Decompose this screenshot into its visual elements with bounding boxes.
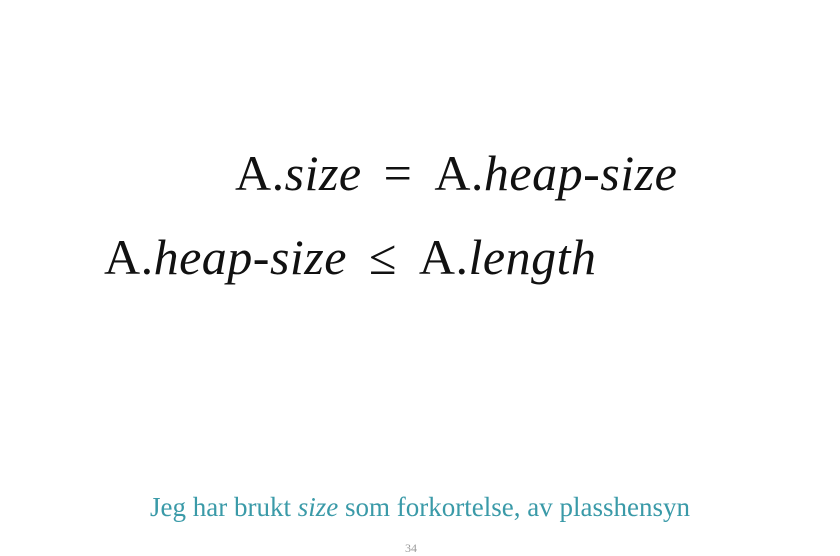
- page-number: 34: [405, 541, 417, 555]
- note-emphasis: size: [297, 492, 339, 522]
- relation-symbol: ≤: [368, 229, 397, 285]
- lhs-object: A.: [235, 145, 285, 201]
- rhs-attribute: length: [468, 229, 597, 285]
- rhs-object: A.: [434, 145, 484, 201]
- lhs-attribute: size: [284, 145, 362, 201]
- lhs-object: A.: [104, 229, 154, 285]
- note-after: som forkortelse, av plasshensyn: [338, 492, 690, 522]
- equation-block: A.size = A.heap-size A.heap-size ≤ A.length: [0, 0, 840, 548]
- slide: A.size = A.heap-size A.heap-size ≤ A.length …: [0, 0, 840, 555]
- equation-size-equals-heap-size: A.size = A.heap-size: [235, 148, 677, 198]
- note-before: Jeg har brukt: [150, 492, 298, 522]
- rhs-attribute: heap-size: [483, 145, 678, 201]
- footnote-text: Jeg har brukt size som forkortelse, av p…: [0, 492, 840, 523]
- rhs-object: A.: [418, 229, 469, 285]
- lhs-attribute: heap-size: [153, 229, 347, 285]
- equation-heap-size-le-length: A.heap-size ≤ A.length: [104, 232, 597, 282]
- relation-symbol: =: [383, 145, 413, 201]
